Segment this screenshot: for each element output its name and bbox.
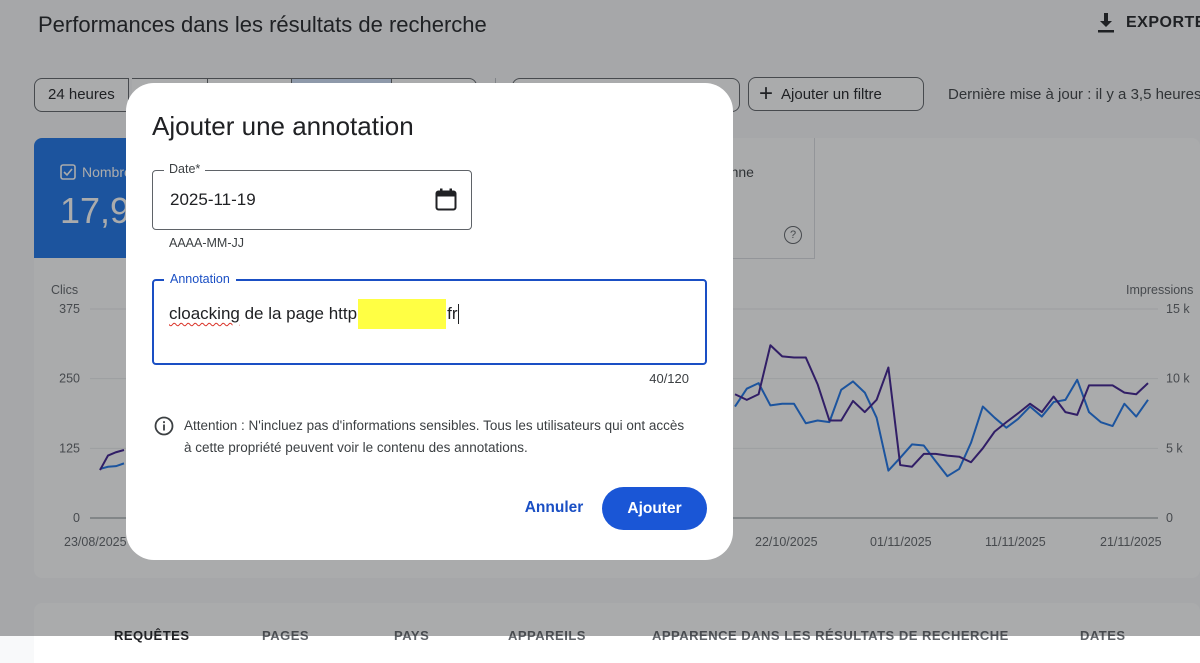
- sensitive-info-warning: Attention : N'incluez pas d'informations…: [154, 415, 694, 459]
- date-field-label: Date*: [164, 162, 206, 176]
- warning-text: Attention : N'incluez pas d'informations…: [184, 418, 685, 455]
- calendar-icon[interactable]: [435, 188, 457, 212]
- character-counter: 40/120: [649, 371, 689, 386]
- annotation-text-middle: de la page http: [239, 304, 358, 323]
- annotation-field-label: Annotation: [164, 272, 236, 286]
- add-button[interactable]: Ajouter: [602, 487, 707, 530]
- info-icon: [154, 416, 174, 436]
- date-format-helper: AAAA-MM-JJ: [169, 236, 244, 250]
- text-caret: [458, 304, 460, 324]
- annotation-misspelled-word: cloacking: [169, 304, 240, 323]
- annotation-value: cloacking de la page http fr: [169, 299, 460, 329]
- add-annotation-dialog: Ajouter une annotation Date* 2025-11-19 …: [126, 83, 733, 560]
- annotation-text-end: fr: [447, 304, 458, 323]
- cancel-button[interactable]: Annuler: [514, 490, 594, 526]
- annotation-input[interactable]: Annotation cloacking de la page http fr: [152, 272, 707, 365]
- redaction-highlight: [358, 299, 447, 329]
- date-field-value: 2025-11-19: [170, 190, 256, 209]
- date-field[interactable]: Date* 2025-11-19: [152, 162, 472, 230]
- dialog-title: Ajouter une annotation: [152, 111, 414, 141]
